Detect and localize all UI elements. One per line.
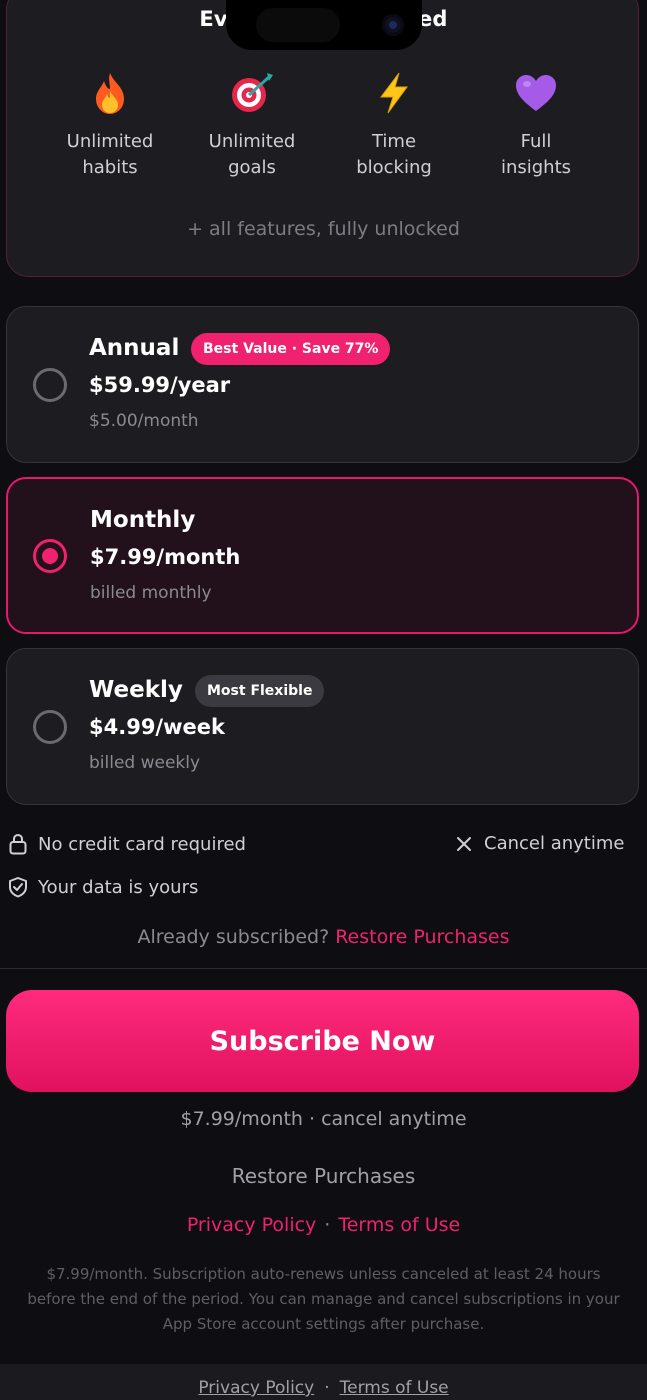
plan-name: Weekly <box>89 677 183 703</box>
dynamic-island <box>226 0 422 50</box>
data-yours-note: Your data is yours <box>8 876 198 898</box>
bottom-links: Privacy Policy · Terms of Use <box>198 1378 449 1398</box>
restore-purchases-button[interactable]: Restore Purchases <box>0 1164 647 1188</box>
purple-heart-icon <box>466 67 606 119</box>
plan-weekly[interactable]: Weekly Most Flexible $4.99/week billed w… <box>6 648 639 805</box>
legal-links: Privacy Policy · Terms of Use <box>186 1214 461 1236</box>
already-subscribed-line: Already subscribed? Restore Purchases <box>0 926 647 948</box>
radio-button[interactable] <box>33 710 67 744</box>
no-credit-card-text: No credit card required <box>38 833 246 855</box>
cancel-anytime-text: Cancel anytime <box>484 833 625 854</box>
radio-button-selected[interactable] <box>33 539 67 573</box>
bottom-privacy-policy-link[interactable]: Privacy Policy <box>198 1378 314 1398</box>
no-credit-card-note: No credit card required <box>8 833 246 855</box>
target-icon <box>182 67 322 119</box>
plan-price: $7.99/month <box>90 545 241 569</box>
cancel-anytime-note: Cancel anytime <box>454 833 624 854</box>
shield-check-icon <box>9 877 27 898</box>
privacy-policy-link[interactable]: Privacy Policy <box>187 1214 316 1236</box>
most-flexible-badge: Most Flexible <box>195 675 325 707</box>
data-yours-text: Your data is yours <box>38 876 199 898</box>
feature-full-insights: Full insights <box>466 67 606 181</box>
feature-label: Unlimited goals <box>208 131 296 178</box>
restore-purchases-link[interactable]: Restore Purchases <box>335 926 509 948</box>
plan-subtext: billed monthly <box>90 583 212 603</box>
plan-price: $59.99/year <box>89 373 231 397</box>
plan-annual[interactable]: Annual Best Value · Save 77% $59.99/year… <box>6 306 639 463</box>
price-note: $7.99/month · cancel anytime <box>180 1108 467 1130</box>
subscription-fineprint: $7.99/month. Subscription auto-renews un… <box>27 1265 620 1333</box>
camera-icon <box>382 14 404 36</box>
feature-label: Time blocking <box>356 131 432 178</box>
plan-subtext: billed weekly <box>89 753 201 773</box>
feature-unlimited-habits: Unlimited habits <box>40 67 180 181</box>
radio-button[interactable] <box>33 368 67 402</box>
already-subscribed-text: Already subscribed? <box>137 926 330 948</box>
plan-name: Monthly <box>90 507 196 533</box>
best-value-badge: Best Value · Save 77% <box>191 333 391 365</box>
terms-of-use-link[interactable]: Terms of Use <box>338 1214 460 1236</box>
bottom-terms-of-use-link[interactable]: Terms of Use <box>340 1378 449 1398</box>
lightning-icon <box>324 67 464 119</box>
plan-name: Annual <box>89 335 180 361</box>
feature-label: Unlimited habits <box>66 131 154 178</box>
plan-monthly[interactable]: Monthly $7.99/month billed monthly <box>6 477 639 634</box>
plan-subtext: $5.00/month <box>89 411 199 431</box>
plan-price: $4.99/week <box>89 715 225 739</box>
feature-time-blocking: Time blocking <box>324 67 464 181</box>
feature-label: Full insights <box>500 131 572 178</box>
features-subtitle: + all features, fully unlocked <box>187 218 460 240</box>
fire-icon <box>40 67 180 119</box>
subscribe-now-button[interactable]: Subscribe Now <box>6 990 639 1092</box>
feature-unlimited-goals: Unlimited goals <box>182 67 322 181</box>
lock-icon <box>9 833 27 855</box>
divider <box>0 968 647 969</box>
close-icon <box>457 836 471 851</box>
